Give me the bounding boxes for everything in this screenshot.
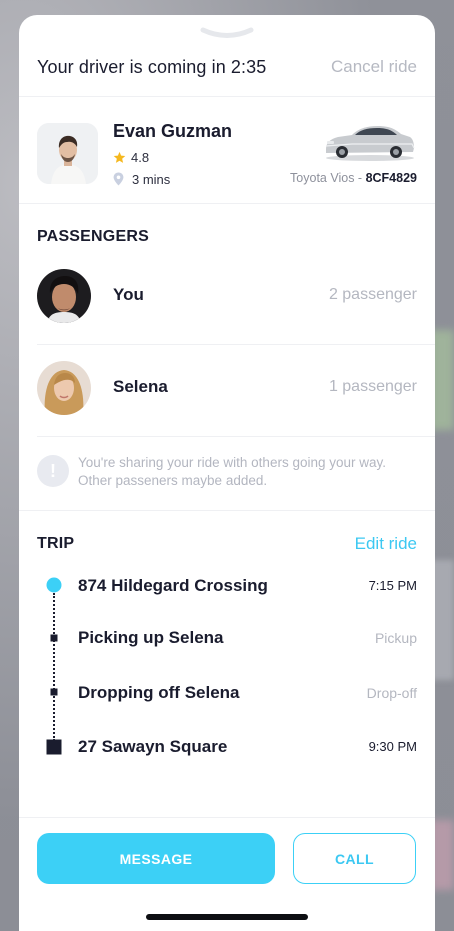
location-pin-icon <box>113 172 124 186</box>
passenger-name: Selena <box>113 377 168 396</box>
ride-sharing-notice: ! You're sharing your ride with others g… <box>37 452 427 502</box>
stop-name: 874 Hildegard Crossing <box>78 576 268 595</box>
cancel-ride-link[interactable]: Cancel ride <box>331 57 417 77</box>
car-model: Toyota Vios <box>290 171 355 185</box>
avatar <box>37 269 91 323</box>
trip-heading: TRIP <box>37 535 75 552</box>
passenger-item[interactable]: You 2 passenger <box>37 269 417 325</box>
passengers-heading: PASSENGERS <box>37 228 149 245</box>
license-plate: 8CF4829 <box>365 171 417 185</box>
trip-stop: 874 Hildegard Crossing 7:15 PM <box>37 576 417 600</box>
avatar <box>37 361 91 415</box>
route-line <box>53 593 55 741</box>
divider <box>19 817 435 818</box>
notice-line: You're sharing your ride with others goi… <box>78 455 386 470</box>
notice-line: Other passeners maybe added. <box>78 473 268 488</box>
call-button[interactable]: CALL <box>293 833 416 884</box>
passenger-count: 1 passenger <box>328 378 417 395</box>
divider <box>19 96 435 97</box>
stop-time: 9:30 PM <box>368 739 417 754</box>
driver-name: Evan Guzman <box>113 121 233 141</box>
edit-ride-link[interactable]: Edit ride <box>355 534 417 554</box>
divider <box>37 344 435 345</box>
eta-value: 3 mins <box>132 171 171 187</box>
trip-stop: Picking up Selena Pickup <box>37 628 417 652</box>
stop-name: Picking up Selena <box>78 628 224 647</box>
divider <box>19 203 435 204</box>
rating-value: 4.8 <box>131 149 150 165</box>
driver-eta: 3 mins <box>113 170 170 188</box>
stop-time: 7:15 PM <box>368 578 417 593</box>
driver-rating: 4.8 <box>113 148 149 166</box>
message-button[interactable]: MESSAGE <box>37 833 275 884</box>
trip-stop: Dropping off Selena Drop-off <box>37 683 417 707</box>
car-image <box>325 126 415 161</box>
divider <box>37 436 435 437</box>
passenger-name: You <box>113 285 144 304</box>
passenger-count: 2 passenger <box>328 286 417 303</box>
status-header: Your driver is coming in 2:35 Cancel rid… <box>19 53 435 97</box>
trip-stop: 27 Sawayn Square 9:30 PM <box>37 737 417 761</box>
home-indicator[interactable] <box>146 914 308 920</box>
driver-arrival-status: Your driver is coming in 2:35 <box>37 57 267 77</box>
passenger-item[interactable]: Selena 1 passenger <box>37 361 417 417</box>
info-icon: ! <box>37 455 69 487</box>
vehicle-info: Toyota Vios - 8CF4829 <box>290 171 417 185</box>
car-separator: - <box>354 171 366 185</box>
stop-type: Drop-off <box>366 685 417 701</box>
ride-sheet: Your driver is coming in 2:35 Cancel rid… <box>19 15 435 931</box>
stop-name: Dropping off Selena <box>78 683 240 702</box>
divider <box>19 510 435 511</box>
stop-name: 27 Sawayn Square <box>78 737 228 756</box>
chevron-down-icon[interactable] <box>200 27 254 41</box>
driver-avatar <box>37 123 98 184</box>
star-icon <box>113 151 126 163</box>
stop-type: Pickup <box>374 630 417 646</box>
